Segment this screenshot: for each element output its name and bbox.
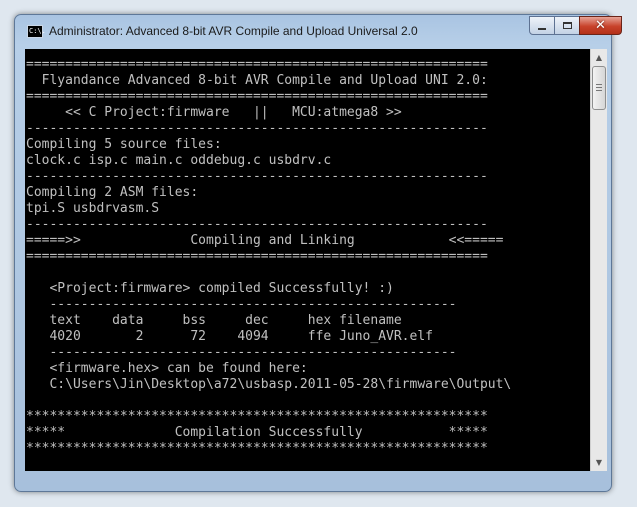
console-line: <Project:firmware> compiled Successfully… <box>26 281 394 296</box>
console-line: Flyandance Advanced 8-bit AVR Compile an… <box>26 73 488 88</box>
console-output[interactable]: ========================================… <box>25 49 590 471</box>
console-line: text data bss dec hex filename <box>26 313 402 328</box>
console-line: =====>> Compiling and Linking <<===== <box>26 233 504 248</box>
grip-line <box>596 84 602 85</box>
grip-line <box>596 87 602 88</box>
minimize-icon <box>538 28 546 30</box>
scroll-thumb[interactable] <box>592 66 606 110</box>
console-app-icon[interactable]: C:\. <box>27 25 46 38</box>
title-bar[interactable]: C:\. Administrator: Advanced 8-bit AVR C… <box>15 15 622 49</box>
console-line: ----------------------------------------… <box>26 217 488 232</box>
console-line: Compiling 5 source files: <box>26 137 222 152</box>
maximize-icon <box>562 22 572 29</box>
console-line: ========================================… <box>26 89 488 104</box>
minimize-button[interactable] <box>529 16 555 35</box>
close-icon: ✕ <box>595 18 606 33</box>
console-line: <firmware.hex> can be found here: <box>26 361 308 376</box>
console-line: ========================================… <box>26 249 488 264</box>
console-line: clock.c isp.c main.c oddebug.c usbdrv.c <box>26 153 332 168</box>
window-title: Administrator: Advanced 8-bit AVR Compil… <box>49 24 418 38</box>
console-line: ========================================… <box>26 57 488 72</box>
console-text: ========================================… <box>26 57 511 457</box>
grip-line <box>596 90 602 91</box>
console-window: C:\. Administrator: Advanced 8-bit AVR C… <box>14 14 622 492</box>
vertical-scrollbar[interactable]: ▲ ▼ <box>590 49 607 471</box>
console-line: ----------------------------------------… <box>26 297 457 312</box>
console-line: Compiling 2 ASM files: <box>26 185 199 200</box>
console-line: C:\Users\Jin\Desktop\a72\usbasp.2011-05-… <box>26 377 512 392</box>
close-button[interactable]: ✕ <box>579 16 622 35</box>
console-line: ****************************************… <box>26 441 488 456</box>
console-line: 4020 2 72 4094 ffe Juno_AVR.elf <box>26 329 433 344</box>
console-line: << C Project:firmware || MCU:atmega8 >> <box>26 105 402 120</box>
scroll-down-arrow-icon[interactable]: ▼ <box>591 454 607 471</box>
console-line: ***** Compilation Successfully ***** <box>26 425 488 440</box>
console-line: ----------------------------------------… <box>26 345 457 360</box>
maximize-button[interactable] <box>554 16 580 35</box>
console-line: tpi.S usbdrvasm.S <box>26 201 160 216</box>
console-line: ----------------------------------------… <box>26 121 488 136</box>
console-line: ----------------------------------------… <box>26 169 488 184</box>
scroll-up-arrow-icon[interactable]: ▲ <box>591 49 607 66</box>
console-line: ****************************************… <box>26 409 488 424</box>
